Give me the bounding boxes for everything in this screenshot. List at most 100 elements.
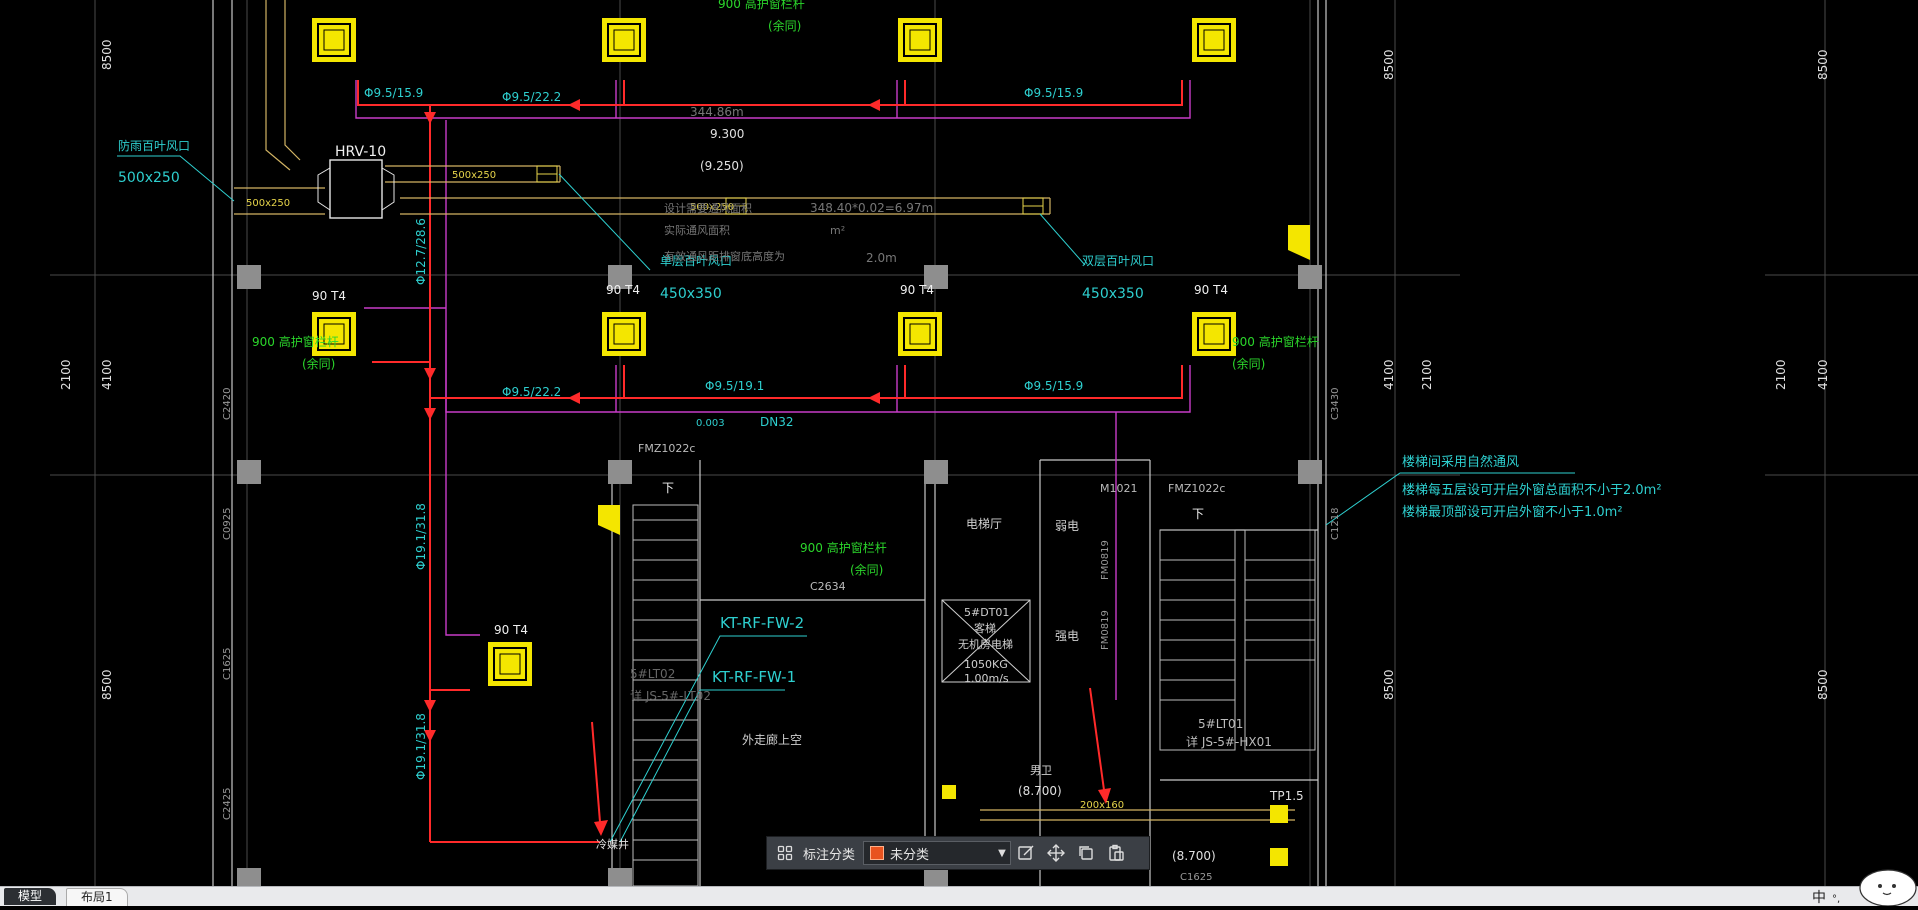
leader-lines	[117, 155, 1575, 843]
louvres	[536, 165, 1044, 215]
elevator-speed: 1.00m/s	[964, 672, 1009, 685]
ime-indicator[interactable]: 中 °,	[1806, 862, 1918, 907]
dim-4100-b: 4100	[1382, 359, 1396, 390]
same-label-top: (余同)	[768, 18, 801, 33]
strong-room-label: 强电	[1055, 629, 1079, 643]
lift-hall-label: 电梯厅	[966, 517, 1002, 531]
window-c2425: C2425	[222, 788, 233, 820]
stair-note-1: 楼梯间采用自然通风	[1402, 454, 1519, 470]
window-c2634: C2634	[810, 580, 846, 593]
railing-label-top: 900 高护窗栏杆	[718, 0, 805, 11]
category-selected: 未分类	[890, 847, 930, 863]
window-c2420: C2420	[222, 388, 233, 420]
dn32-label: DN32	[760, 415, 794, 429]
duct-size-a: 500x250	[246, 198, 290, 209]
door-fm0819-a: FM0819	[1100, 540, 1111, 580]
door-fm0819-b: FM0819	[1100, 610, 1111, 650]
cad-drawing-canvas[interactable]: 8500 4100 2100 8500 8500 4100 2100 8500 …	[0, 0, 1918, 886]
louver-single-size: 450x350	[660, 286, 722, 302]
down-label-2: 下	[1192, 507, 1204, 521]
window-c0925: C0925	[222, 508, 233, 540]
dim-8500-b: 8500	[100, 669, 114, 700]
vent-height: 2.0m	[866, 251, 897, 265]
columns	[237, 265, 1322, 886]
vent-calc: 348.40*0.02=6.97m	[810, 201, 933, 215]
stair-js-lt02: 详 JS-5#-LT02	[630, 688, 711, 703]
drawing-text: 8500 4100 2100 8500 8500 4100 2100 8500 …	[59, 0, 1830, 883]
door-m1021: M1021	[1100, 482, 1138, 495]
ime-mascot-icon: 中 °,	[1812, 869, 1917, 907]
pipe-label-9: Φ19.1/31.8	[414, 713, 428, 780]
stair-lt01: 5#LT01	[1198, 717, 1243, 731]
vent-m2: m²	[830, 224, 845, 237]
railing-label-1: 900 高护窗栏杆	[252, 334, 339, 349]
pipe-label-3: Φ9.5/15.9	[1024, 86, 1083, 100]
ac-label-1: 90 T4	[312, 289, 346, 303]
paste-icon[interactable]	[1101, 839, 1131, 867]
weak-room-label: 弱电	[1055, 519, 1079, 533]
pipe-label-4: Φ9.5/22.2	[502, 385, 561, 399]
pipe-label-8: Φ19.1/31.8	[414, 503, 428, 570]
window-c1625b: C1625	[1180, 872, 1212, 883]
railing-label-3: 900 高护窗栏杆	[800, 540, 887, 555]
copy-icon[interactable]	[1071, 839, 1101, 867]
elevator-type: 客梯	[974, 621, 996, 635]
outdoor-corridor: 外走廊上空	[742, 732, 802, 747]
hrv-label: HRV-10	[335, 144, 386, 160]
layout-tab-bar: 模型 布局1	[0, 886, 1918, 906]
same-label-3: (余同)	[850, 562, 883, 577]
pipe-label-6: Φ9.5/15.9	[1024, 379, 1083, 393]
ac-label-2: 90 T4	[606, 283, 640, 297]
annotation-arrows	[591, 687, 1105, 823]
annotation-toolbar: 标注分类 未分类 ▼	[766, 836, 1150, 870]
ac-label-3: 90 T4	[900, 283, 934, 297]
refrigerant-pipes	[357, 80, 1183, 843]
dim-2100-c: 2100	[1774, 359, 1788, 390]
elev-925: (9.250)	[700, 159, 744, 173]
pipe-label-5: Φ9.5/19.1	[705, 379, 764, 393]
length-label: 344.86m	[690, 105, 744, 119]
louver-rain-label: 防雨百叶风口	[118, 138, 190, 153]
down-label-1: 下	[662, 481, 674, 495]
svg-text:°,: °,	[1832, 894, 1840, 905]
elev-870-a: (8.700)	[1018, 784, 1062, 798]
axis-grid	[50, 0, 1918, 886]
wall-lines	[212, 0, 1327, 886]
louver-double-label: 双层百叶风口	[1082, 254, 1154, 268]
dim-8500-c: 8500	[1382, 49, 1396, 80]
window-c1218: C1218	[1330, 508, 1341, 540]
tab-model[interactable]: 模型	[4, 888, 57, 905]
window-c3430: C3430	[1330, 388, 1341, 420]
railing-label-2: 900 高护窗栏杆	[1232, 334, 1319, 349]
dim-2100-a: 2100	[59, 359, 73, 390]
dim-8500-f: 8500	[1816, 669, 1830, 700]
elevator-id: 5#DT01	[964, 606, 1009, 619]
stair-lt02: 5#LT02	[630, 667, 675, 681]
same-label-1: (余同)	[302, 356, 335, 371]
chevron-down-icon[interactable]: ▼	[994, 848, 1010, 859]
cad-drawing: 8500 4100 2100 8500 8500 4100 2100 8500 …	[50, 0, 1918, 886]
shaft-label: 冷媒井	[596, 837, 629, 851]
same-label-2: (余同)	[1232, 356, 1265, 371]
vent-label-1: 设计需要通风面积	[664, 202, 752, 215]
duct-size-b: 500x250	[452, 170, 496, 181]
duct-size-d: 200x160	[1080, 800, 1124, 811]
elev-870-b: (8.700)	[1172, 849, 1216, 863]
stair-note-3: 楼梯最顶部设可开启外窗不小于1.0m²	[1402, 504, 1623, 520]
tab-layout1[interactable]: 布局1	[66, 888, 128, 906]
dim-8500-a: 8500	[100, 39, 114, 70]
kt-label-1: KT-RF-FW-1	[712, 668, 796, 686]
elev-930: 9.300	[710, 127, 744, 141]
door-fm-2: FMZ1022c	[1168, 482, 1225, 495]
grid-icon[interactable]	[773, 841, 797, 865]
edit-icon[interactable]	[1011, 839, 1041, 867]
category-select[interactable]: 未分类 ▼	[863, 841, 1012, 865]
move-icon[interactable]	[1041, 839, 1071, 867]
elevator-nomr: 无机房电梯	[958, 637, 1013, 651]
ime-label: 中	[1812, 890, 1826, 906]
ventilation-ducts	[234, 0, 1295, 821]
louver-rain-size: 500x250	[118, 170, 180, 186]
pipe-label-2: Φ9.5/22.2	[502, 90, 561, 104]
ac-label-5: 90 T4	[494, 623, 528, 637]
hrv-unit	[317, 159, 395, 219]
